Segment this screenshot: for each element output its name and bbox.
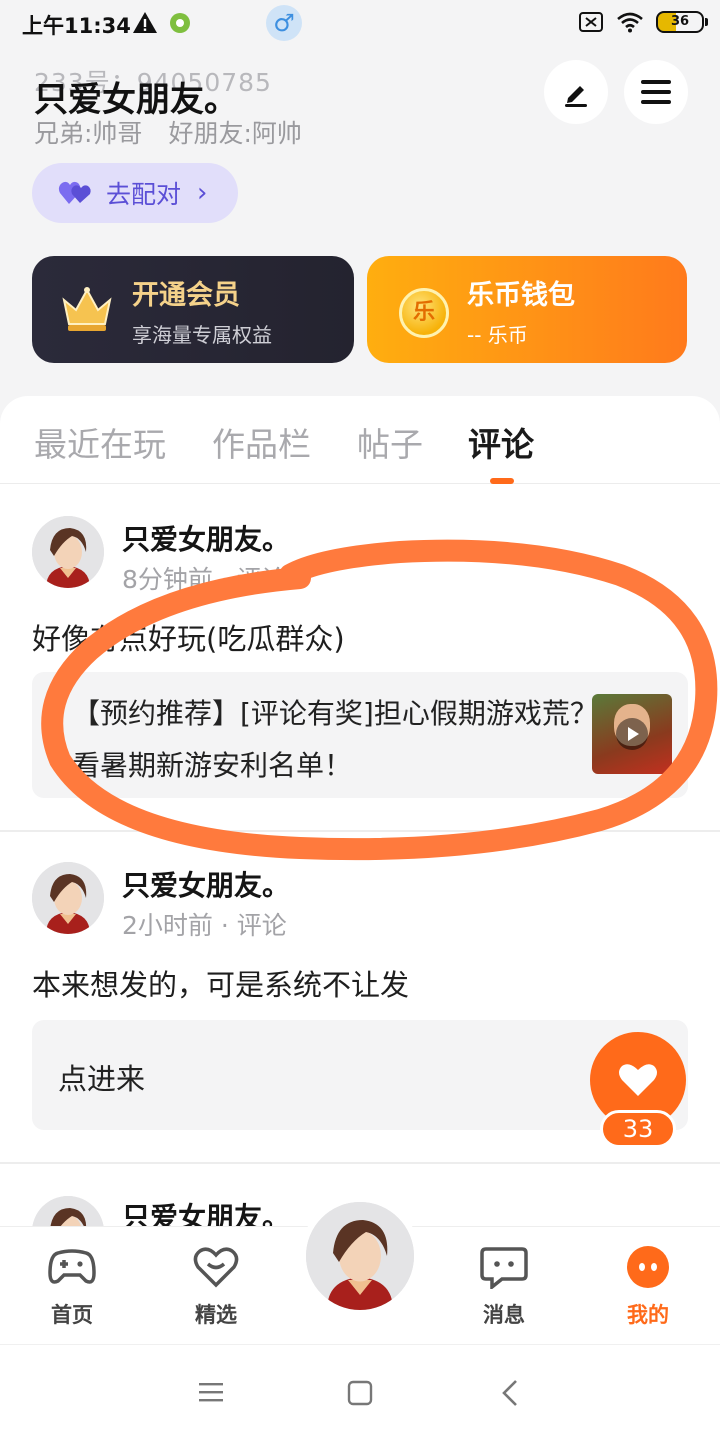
tab-recently-played[interactable]: 最近在玩 bbox=[34, 418, 166, 466]
battery-icon: 36 bbox=[656, 11, 708, 33]
linked-post-card[interactable]: 【预约推荐】[评论有奖]担心假期游戏荒？来看暑期新游安利名单！ bbox=[32, 672, 688, 798]
match-label: 去配对 bbox=[106, 180, 182, 209]
vip-card[interactable]: 开通会员 享海量专属权益 bbox=[32, 256, 354, 363]
avatar bbox=[306, 1202, 414, 1310]
system-nav-bar bbox=[0, 1344, 720, 1440]
like-count: 33 bbox=[600, 1110, 676, 1148]
sim-off-icon bbox=[579, 12, 603, 32]
heart-outline-icon bbox=[193, 1247, 239, 1288]
wallet-balance: -- 乐币 bbox=[467, 323, 528, 347]
nav-featured[interactable]: 精选 bbox=[166, 1245, 266, 1329]
nav-me-label: 我的 bbox=[627, 1303, 669, 1327]
nav-home[interactable]: 首页 bbox=[22, 1245, 122, 1329]
avatar-portrait-icon bbox=[32, 516, 104, 588]
status-time: 上午11:34 bbox=[22, 14, 131, 38]
wifi-icon bbox=[617, 12, 643, 33]
status-bar: 上午11:34 36 bbox=[0, 0, 720, 50]
wallet-title: 乐币钱包 bbox=[467, 280, 575, 311]
match-button[interactable]: 去配对 › bbox=[32, 163, 238, 223]
pen-icon bbox=[565, 86, 587, 107]
nav-messages-label: 消息 bbox=[483, 1303, 525, 1327]
linked-post-title: 【预约推荐】[评论有奖]担心假期游戏荒？来看暑期新游安利名单！ bbox=[72, 697, 626, 782]
male-gender-icon: ♂ bbox=[266, 5, 302, 41]
post-text: 本来想发的，可是系统不让发 bbox=[32, 968, 410, 1002]
chat-bubble-icon bbox=[480, 1247, 528, 1291]
relations: 兄弟:帅哥 好朋友:阿帅 bbox=[34, 114, 302, 150]
recent-apps-icon[interactable] bbox=[198, 1381, 224, 1403]
coin-icon: 乐 bbox=[399, 288, 449, 338]
post-meta: 8分钟前 · 评论 bbox=[122, 565, 287, 594]
post-text: 好像有点好玩(吃瓜群众) bbox=[32, 622, 345, 656]
heart-icon bbox=[619, 1064, 657, 1096]
relation-friend[interactable]: 好朋友:阿帅 bbox=[168, 119, 301, 148]
vip-subtitle: 享海量专属权益 bbox=[132, 323, 272, 347]
nav-me[interactable]: 我的 bbox=[598, 1245, 698, 1329]
relation-brother[interactable]: 兄弟:帅哥 bbox=[34, 119, 142, 148]
avatar[interactable] bbox=[32, 862, 104, 934]
center-avatar-button[interactable] bbox=[300, 1196, 420, 1316]
double-heart-icon bbox=[58, 181, 91, 204]
edit-profile-button[interactable] bbox=[544, 60, 608, 124]
nav-home-label: 首页 bbox=[51, 1303, 93, 1327]
menu-button[interactable] bbox=[624, 60, 688, 124]
menu-icon bbox=[641, 80, 671, 104]
divider bbox=[0, 830, 720, 832]
status-indicators: 36 bbox=[578, 11, 708, 33]
nav-messages[interactable]: 消息 bbox=[454, 1245, 554, 1329]
tab-comments[interactable]: 评论 bbox=[468, 418, 534, 466]
wallet-card[interactable]: 乐 乐币钱包 -- 乐币 bbox=[367, 256, 687, 363]
avatar-portrait-icon bbox=[306, 1202, 414, 1310]
tab-posts[interactable]: 帖子 bbox=[357, 418, 423, 466]
warning-icon bbox=[133, 12, 157, 33]
back-icon[interactable] bbox=[500, 1379, 520, 1407]
chevron-right-icon: › bbox=[197, 178, 208, 208]
video-thumbnail bbox=[592, 694, 672, 774]
divider bbox=[0, 1162, 720, 1164]
app-notification-icon bbox=[170, 13, 190, 33]
post-meta: 2小时前 · 评论 bbox=[122, 911, 287, 940]
home-icon[interactable] bbox=[347, 1380, 373, 1406]
crown-icon bbox=[62, 287, 112, 331]
gamepad-icon bbox=[48, 1249, 96, 1284]
avatar[interactable] bbox=[32, 516, 104, 588]
post-author[interactable]: 只爱女朋友。 bbox=[122, 518, 290, 558]
post-author[interactable]: 只爱女朋友。 bbox=[122, 864, 290, 904]
tab-indicator bbox=[490, 478, 514, 484]
linked-post-title: 点进来 bbox=[58, 1062, 146, 1096]
play-icon bbox=[616, 718, 648, 750]
vip-title: 开通会员 bbox=[132, 280, 240, 311]
tab-works[interactable]: 作品栏 bbox=[212, 418, 311, 466]
tab-bar: 最近在玩 作品栏 帖子 评论 bbox=[0, 396, 720, 484]
profile-face-icon bbox=[627, 1246, 669, 1288]
avatar-portrait-icon bbox=[32, 862, 104, 934]
nav-featured-label: 精选 bbox=[195, 1303, 237, 1327]
